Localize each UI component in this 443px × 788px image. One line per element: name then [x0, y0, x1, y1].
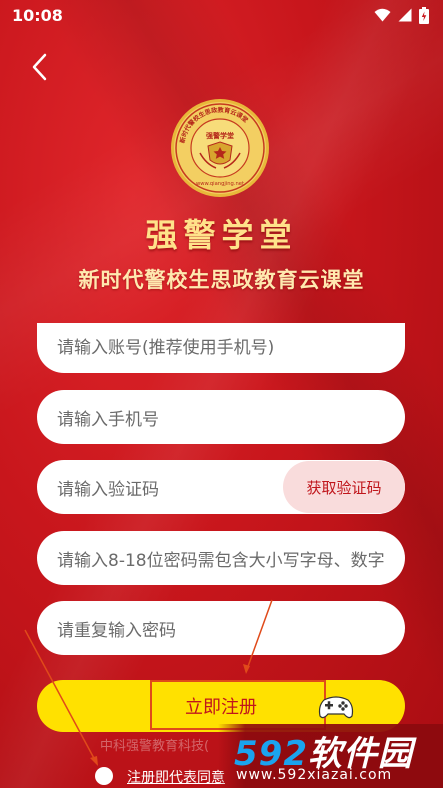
phone-placeholder: 请输入手机号 [57, 409, 159, 430]
page-title: 强警学堂 [145, 216, 298, 254]
page-subtitle: 新时代警校生思政教育云课堂 [78, 267, 365, 292]
company-text: 中科强警教育科技( [100, 739, 210, 754]
emblem-url: www.qiangjing.net [196, 181, 244, 187]
password-placeholder: 请输入8-18位密码需包含大小写字母、数字 [57, 550, 385, 571]
phone-input[interactable]: 请输入手机号 [37, 390, 405, 444]
agreement-checkbox[interactable] [95, 767, 113, 785]
account-placeholder: 请输入账号(推荐使用手机号) [57, 338, 275, 358]
chevron-left-icon [31, 53, 47, 85]
wifi-icon [374, 8, 391, 22]
back-button[interactable] [24, 52, 54, 86]
agreement-text[interactable]: 注册即代表同意 [127, 767, 225, 787]
password-input[interactable]: 请输入8-18位密码需包含大小写字母、数字 [37, 531, 405, 585]
confirm-password-input[interactable]: 请重复输入密码 [37, 601, 405, 655]
emblem-center-text: 强警学堂 [206, 131, 234, 140]
code-placeholder: 请输入验证码 [57, 479, 159, 500]
status-icons [374, 6, 429, 24]
gamepad-icon [316, 692, 356, 726]
account-input[interactable]: 请输入账号(推荐使用手机号) [37, 323, 405, 373]
register-label: 立即注册 [185, 697, 257, 718]
get-code-button[interactable]: 获取验证码 [283, 461, 405, 513]
battery-icon [419, 6, 429, 24]
status-bar: 10:08 [0, 0, 443, 30]
site-watermark: 592软件园 www.592xiazai.com [218, 724, 443, 788]
status-time: 10:08 [12, 5, 63, 25]
signal-icon [398, 8, 412, 22]
brand-emblem: 新时代警校生思政教育云课堂 强警学堂 www.qiangjing.net [170, 98, 270, 198]
watermark-url: www.592xiazai.com [236, 767, 393, 783]
confirm-placeholder: 请重复输入密码 [57, 620, 176, 641]
